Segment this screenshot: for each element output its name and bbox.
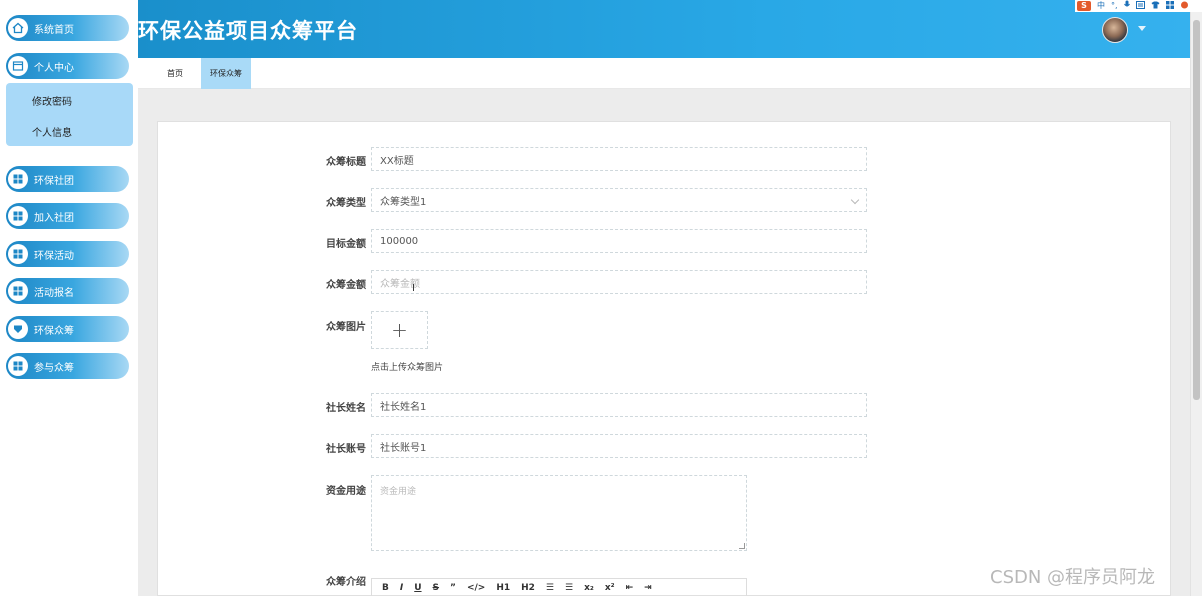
sidebar-item-label: 参与众筹 [34, 362, 74, 374]
sidebar-item-label: 系统首页 [34, 24, 74, 36]
bullet-list-button[interactable]: ☰ [565, 583, 573, 593]
chevron-down-icon [850, 195, 860, 205]
shirt-icon[interactable] [1151, 1, 1160, 12]
submenu-item-change-password[interactable]: 修改密码 [32, 93, 72, 108]
italic-button[interactable]: I [400, 583, 403, 593]
subscript-button[interactable]: x₂ [584, 583, 594, 593]
tab-bar: 首页 环保众筹 [138, 58, 1190, 89]
usage-placeholder: 资金用途 [380, 487, 417, 497]
type-label: 众筹类型 [326, 198, 366, 209]
target-amount-label: 目标金额 [326, 239, 366, 250]
home-icon [8, 18, 28, 38]
sidebar-item-eco-activity[interactable]: 环保活动 [6, 241, 129, 267]
underline-button[interactable]: U [414, 583, 421, 593]
ime-language-indicator[interactable]: 中 [1097, 1, 1105, 11]
resize-handle[interactable] [739, 543, 745, 549]
avatar[interactable] [1102, 17, 1128, 43]
bold-button[interactable]: B [382, 583, 389, 593]
upload-hint: 点击上传众筹图片 [371, 363, 444, 373]
grid-icon[interactable] [1165, 0, 1174, 12]
sidebar: 系统首页 个人中心 修改密码 个人信息 环保社团 加入社团 环保活动 活动报名 [0, 0, 138, 596]
image-label: 众筹图片 [326, 322, 366, 333]
personal-center-submenu: 修改密码 个人信息 [6, 83, 133, 146]
leader-account-label: 社长账号 [326, 444, 366, 455]
strikethrough-button[interactable]: S [433, 583, 439, 593]
app-title: 环保公益项目众筹平台 [138, 19, 358, 43]
leader-account-input[interactable]: 社长账号1 [371, 434, 867, 458]
grid-icon [8, 206, 28, 226]
watermark: CSDN @程序员阿龙 [990, 567, 1156, 588]
sidebar-item-eco-crowdfunding[interactable]: 环保众筹 [6, 316, 129, 342]
sidebar-item-home[interactable]: 系统首页 [6, 15, 129, 41]
sidebar-item-label: 活动报名 [34, 287, 74, 299]
title-input[interactable]: XX标题 [371, 147, 867, 171]
intro-label: 众筹介绍 [326, 577, 366, 588]
sidebar-item-label: 环保社团 [34, 175, 74, 187]
leader-name-input[interactable]: 社长姓名1 [371, 393, 867, 417]
code-button[interactable]: </> [467, 583, 485, 593]
image-upload-button[interactable]: + [371, 311, 428, 349]
sidebar-item-label: 个人中心 [34, 62, 74, 74]
outdent-button[interactable]: ⇤ [626, 583, 634, 593]
indent-button[interactable]: ⇥ [644, 583, 652, 593]
sidebar-item-activity-signup[interactable]: 活动报名 [6, 278, 129, 304]
sidebar-item-eco-club[interactable]: 环保社团 [6, 166, 129, 192]
heading1-button[interactable]: H1 [496, 583, 510, 593]
grid-icon [8, 356, 28, 376]
grid-icon [8, 244, 28, 264]
heading2-button[interactable]: H2 [521, 583, 535, 593]
sidebar-item-join-crowdfunding[interactable]: 参与众筹 [6, 353, 129, 379]
ime-logo-icon[interactable]: S [1077, 1, 1091, 11]
chevron-down-icon[interactable] [1138, 26, 1146, 31]
sidebar-item-join-club[interactable]: 加入社团 [6, 203, 129, 229]
scrollbar-thumb[interactable] [1193, 20, 1200, 400]
funnel-icon [8, 319, 28, 339]
leader-name-label: 社长姓名 [326, 403, 366, 414]
vertical-scrollbar[interactable] [1190, 12, 1202, 596]
target-amount-input[interactable]: 100000 [371, 229, 867, 253]
skin-icon[interactable] [1180, 1, 1189, 12]
punctuation-icon[interactable]: °, [1111, 1, 1118, 11]
usage-label: 资金用途 [326, 486, 366, 497]
title-label: 众筹标题 [326, 157, 366, 168]
keyboard-icon[interactable] [1135, 0, 1145, 12]
grid-icon [8, 169, 28, 189]
type-select[interactable]: 众筹类型1 [371, 188, 867, 212]
window-icon [8, 56, 28, 76]
type-select-value: 众筹类型1 [380, 196, 427, 208]
superscript-button[interactable]: x² [605, 583, 615, 593]
app-header: 环保公益项目众筹平台 [138, 0, 1190, 58]
tab-home[interactable]: 首页 [158, 58, 192, 89]
grid-icon [8, 281, 28, 301]
sidebar-item-label: 环保活动 [34, 250, 74, 262]
sidebar-item-personal-center[interactable]: 个人中心 [6, 53, 129, 79]
tab-eco-crowdfunding[interactable]: 环保众筹 [201, 58, 251, 89]
text-cursor-icon: I [412, 283, 415, 294]
microphone-icon[interactable] [1123, 0, 1130, 12]
ordered-list-button[interactable]: ☰ [546, 583, 554, 593]
rich-text-toolbar: B I U S ” </> H1 H2 ☰ ☰ x₂ x² ⇤ ⇥ [371, 578, 747, 596]
quote-button[interactable]: ” [450, 583, 456, 593]
sidebar-item-label: 加入社团 [34, 212, 74, 224]
sidebar-item-label: 环保众筹 [34, 325, 74, 337]
usage-textarea[interactable]: 资金用途 [371, 475, 747, 551]
amount-input[interactable]: 众筹金额 [371, 270, 867, 294]
submenu-item-personal-info[interactable]: 个人信息 [32, 124, 72, 139]
amount-label: 众筹金额 [326, 280, 366, 291]
system-tray: S 中 °, [1075, 0, 1202, 12]
